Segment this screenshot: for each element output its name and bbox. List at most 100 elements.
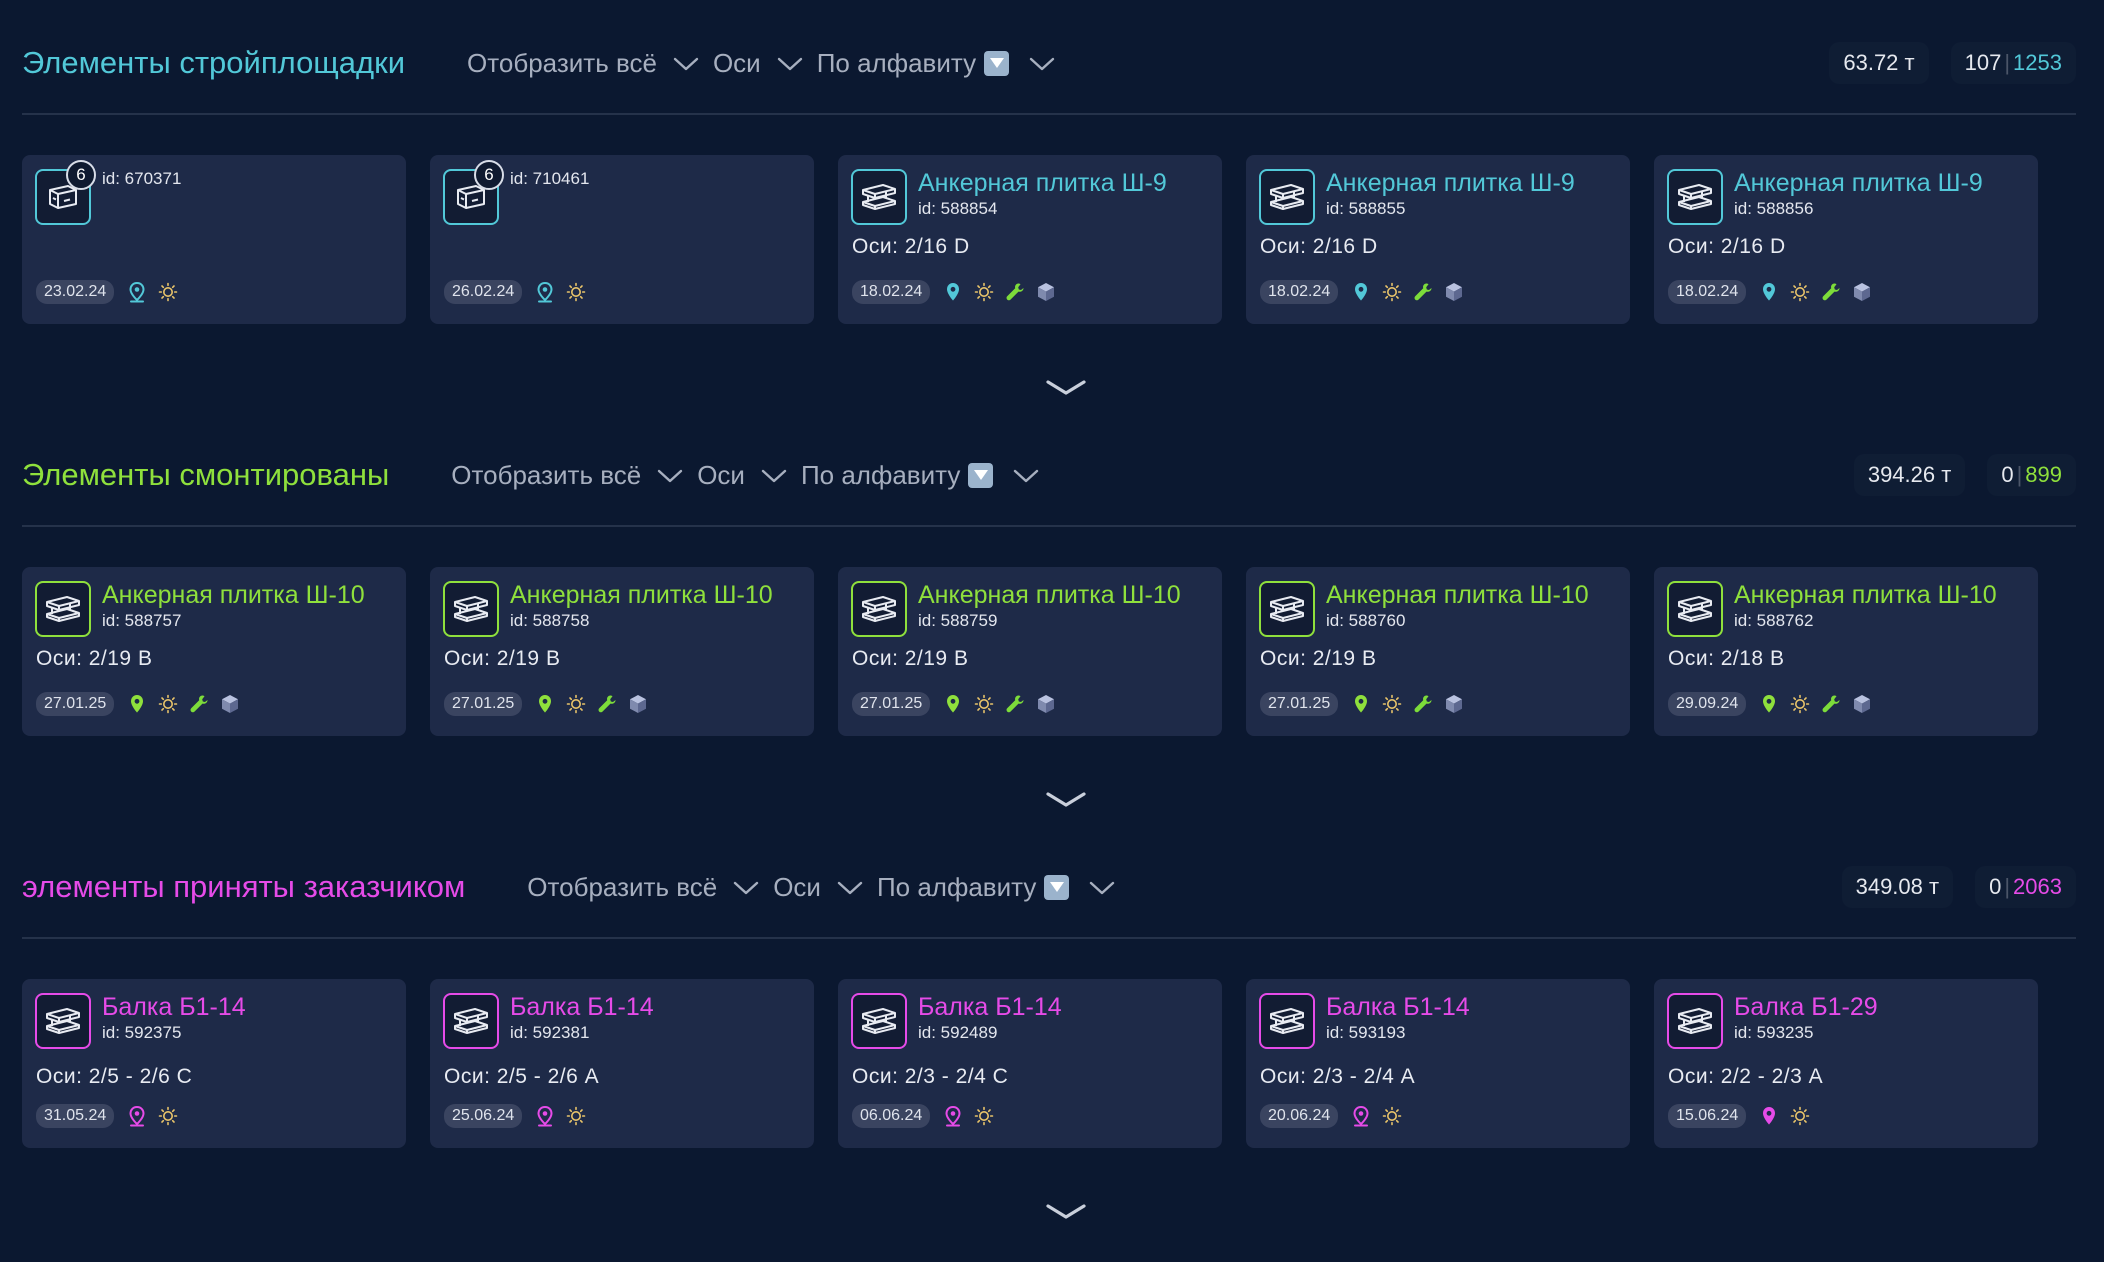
- section-title[interactable]: Элементы смонтированы: [22, 457, 389, 493]
- beam-icon: [851, 169, 907, 225]
- element-card[interactable]: 6 id: 710461 26.02.24: [430, 155, 814, 324]
- element-card[interactable]: Анкерная плитка Ш-9 id: 588854 Оси: 2/16 D…: [838, 155, 1222, 324]
- cube-icon: [1035, 693, 1066, 715]
- sun-icon: [565, 281, 596, 303]
- card-axes: Оси: 2/2 - 2/3 A: [1668, 1065, 1824, 1088]
- axes-label: Оси: [697, 459, 745, 490]
- sort-dropdown[interactable]: По алфавиту: [817, 48, 1069, 79]
- show-all-label: Отобразить всё: [467, 47, 657, 78]
- element-card[interactable]: Балка Б1-29 id: 593235 Оси: 2/2 - 2/3 A 15.…: [1654, 979, 2038, 1148]
- card-footer: 20.06.24: [1260, 1104, 1412, 1128]
- expand-chevron-icon[interactable]: [1045, 1202, 1087, 1222]
- location-filled-icon: [126, 693, 157, 715]
- card-axes: Оси: 2/3 - 2/4 A: [1260, 1065, 1416, 1088]
- card-footer: 27.01.25: [444, 692, 658, 716]
- show-all-dropdown[interactable]: Отобразить всё: [527, 872, 773, 903]
- sun-icon: [157, 1105, 188, 1127]
- date-badge: 27.01.25: [1260, 692, 1339, 716]
- card-title: Анкерная плитка Ш-10: [102, 581, 365, 609]
- card-title: Балка Б1-14: [1326, 993, 1470, 1021]
- card-footer: 27.01.25: [1260, 692, 1474, 716]
- expand-chevron-icon[interactable]: [1045, 790, 1087, 810]
- element-card[interactable]: 6 id: 670371 23.02.24: [22, 155, 406, 324]
- card-id: id: 588855: [1326, 199, 1406, 218]
- section-title[interactable]: элементы приняты заказчиком: [22, 869, 465, 905]
- card-id: id: 588762: [1734, 611, 1814, 630]
- show-all-label: Отобразить всё: [527, 871, 718, 902]
- sort-dropdown[interactable]: По алфавиту: [877, 872, 1129, 903]
- element-card[interactable]: Балка Б1-14 id: 592489 Оси: 2/3 - 2/4 C 06.…: [838, 979, 1222, 1148]
- card-title: Анкерная плитка Ш-10: [918, 581, 1181, 609]
- date-badge: 20.06.24: [1260, 1104, 1339, 1128]
- element-card[interactable]: Балка Б1-14 id: 592381 Оси: 2/5 - 2/6 A 25.…: [430, 979, 814, 1148]
- wrench-icon: [1004, 693, 1035, 715]
- beam-icon: [35, 993, 91, 1049]
- chevron-down-icon: [1013, 460, 1053, 491]
- card-footer: 06.06.24: [852, 1104, 1004, 1128]
- element-card[interactable]: Анкерная плитка Ш-9 id: 588856 Оси: 2/16 D…: [1654, 155, 2038, 324]
- sort-dropdown[interactable]: По алфавиту: [801, 460, 1053, 491]
- card-axes: Оси: 2/19 B: [1260, 647, 1377, 670]
- card-title: Балка Б1-14: [510, 993, 654, 1021]
- axes-dropdown[interactable]: Оси: [713, 48, 817, 79]
- location-outline-icon: [534, 281, 565, 303]
- card-axes: Оси: 2/19 B: [444, 647, 561, 670]
- axes-label: Оси: [712, 47, 761, 78]
- element-card[interactable]: Балка Б1-14 id: 593193 Оси: 2/3 - 2/4 A 20.…: [1246, 979, 1630, 1148]
- card-id: id: 588758: [510, 611, 590, 630]
- element-card[interactable]: Балка Б1-14 id: 592375 Оси: 2/5 - 2/6 C 31.…: [22, 979, 406, 1148]
- date-badge: 18.02.24: [852, 280, 931, 304]
- card-id: id: 670371: [102, 169, 182, 188]
- axes-dropdown[interactable]: Оси: [697, 460, 801, 491]
- cube-icon: [1851, 693, 1882, 715]
- card-id: id: 593235: [1734, 1023, 1814, 1042]
- beam-icon: [851, 581, 907, 637]
- element-card[interactable]: Анкерная плитка Ш-10 id: 588760 Оси: 2/19 …: [1246, 567, 1630, 736]
- chevron-down-icon: [673, 48, 713, 79]
- cards-row: 6 id: 670371 23.02.24 6 id: 710461 26.02.24 Ан…: [22, 155, 2062, 324]
- chevron-down-icon: [733, 872, 773, 903]
- element-card[interactable]: Анкерная плитка Ш-10 id: 588757 Оси: 2/19 …: [22, 567, 406, 736]
- location-filled-icon: [1758, 281, 1789, 303]
- sort-direction-icon[interactable]: [1044, 874, 1070, 900]
- section-title[interactable]: Элементы стройплощадки: [22, 45, 405, 81]
- wrench-icon: [188, 693, 219, 715]
- element-card[interactable]: Анкерная плитка Ш-10 id: 588759 Оси: 2/19 …: [838, 567, 1222, 736]
- card-title: Балка Б1-14: [918, 993, 1062, 1021]
- card-id: id: 588759: [918, 611, 998, 630]
- expand-chevron-icon[interactable]: [1045, 378, 1087, 398]
- count-total: 899: [2025, 462, 2062, 487]
- card-axes: Оси: 2/19 B: [852, 647, 969, 670]
- date-badge: 25.06.24: [444, 1104, 523, 1128]
- weight-badge: 394.26 т: [1853, 454, 1966, 496]
- date-badge: 06.06.24: [852, 1104, 931, 1128]
- element-card[interactable]: Анкерная плитка Ш-9 id: 588855 Оси: 2/16 D…: [1246, 155, 1630, 324]
- wrench-icon: [1412, 693, 1443, 715]
- element-card[interactable]: Анкерная плитка Ш-10 id: 588758 Оси: 2/19 …: [430, 567, 814, 736]
- count-separator: |: [2004, 874, 2011, 899]
- filters-bar: Отобразить всё Оси По алфавиту: [527, 872, 1129, 903]
- wrench-icon: [1820, 693, 1851, 715]
- filters-bar: Отобразить всё Оси По алфавиту: [451, 460, 1053, 491]
- show-all-dropdown[interactable]: Отобразить всё: [451, 460, 697, 491]
- location-outline-icon: [126, 1105, 157, 1127]
- sort-label: По алфавиту: [800, 459, 961, 490]
- card-title: Анкерная плитка Ш-9: [1734, 169, 1983, 197]
- filters-bar: Отобразить всё Оси По алфавиту: [467, 48, 1069, 79]
- sun-icon: [1789, 281, 1820, 303]
- sort-direction-icon[interactable]: [984, 50, 1010, 76]
- cube-icon: [1035, 281, 1066, 303]
- date-badge: 29.09.24: [1668, 692, 1747, 716]
- chevron-down-icon: [761, 460, 801, 491]
- card-footer: 29.09.24: [1668, 692, 1882, 716]
- cube-icon: [1443, 693, 1474, 715]
- axes-dropdown[interactable]: Оси: [773, 872, 877, 903]
- count-badge: 0 | 899: [1987, 454, 2076, 496]
- show-all-dropdown[interactable]: Отобразить всё: [467, 48, 713, 79]
- element-card[interactable]: Анкерная плитка Ш-10 id: 588762 Оси: 2/18 …: [1654, 567, 2038, 736]
- sun-icon: [1381, 1105, 1412, 1127]
- sort-direction-icon[interactable]: [968, 462, 994, 488]
- card-id: id: 593193: [1326, 1023, 1406, 1042]
- location-filled-icon: [1758, 693, 1789, 715]
- card-axes: Оси: 2/16 D: [852, 235, 970, 258]
